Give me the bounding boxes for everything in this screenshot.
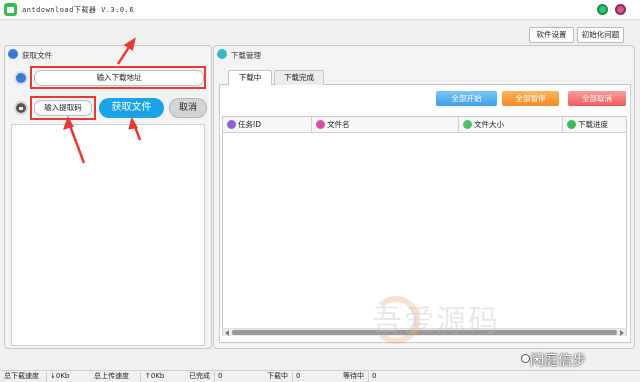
status-separator <box>292 372 293 382</box>
annotation-arrowhead <box>63 115 74 130</box>
annotation-arrowhead <box>128 116 138 130</box>
status-separator <box>140 372 141 382</box>
downloading-label: 下载中 <box>267 372 288 380</box>
annotation-arrow <box>67 122 86 164</box>
status-bar: 总下载速度 ↓0Kb 总上传速度 ↑0Kb 已完成 0 下载中 0 等待中 0 <box>0 370 640 382</box>
upload-speed: ↑0Kb <box>145 372 165 380</box>
waiting-label: 等待中 <box>343 372 364 380</box>
completed-label: 已完成 <box>189 372 210 380</box>
completed-value: 0 <box>218 372 223 380</box>
total-download-label: 总下载速度 <box>4 372 39 380</box>
status-separator <box>368 372 369 382</box>
waiting-value: 0 <box>372 372 377 380</box>
annotation-arrows <box>63 37 142 164</box>
total-upload-label: 总上传速度 <box>94 372 129 380</box>
downloading-value: 0 <box>296 372 301 380</box>
download-speed: ↓0Kb <box>50 372 70 380</box>
status-separator <box>214 372 215 382</box>
status-separator <box>46 372 47 382</box>
